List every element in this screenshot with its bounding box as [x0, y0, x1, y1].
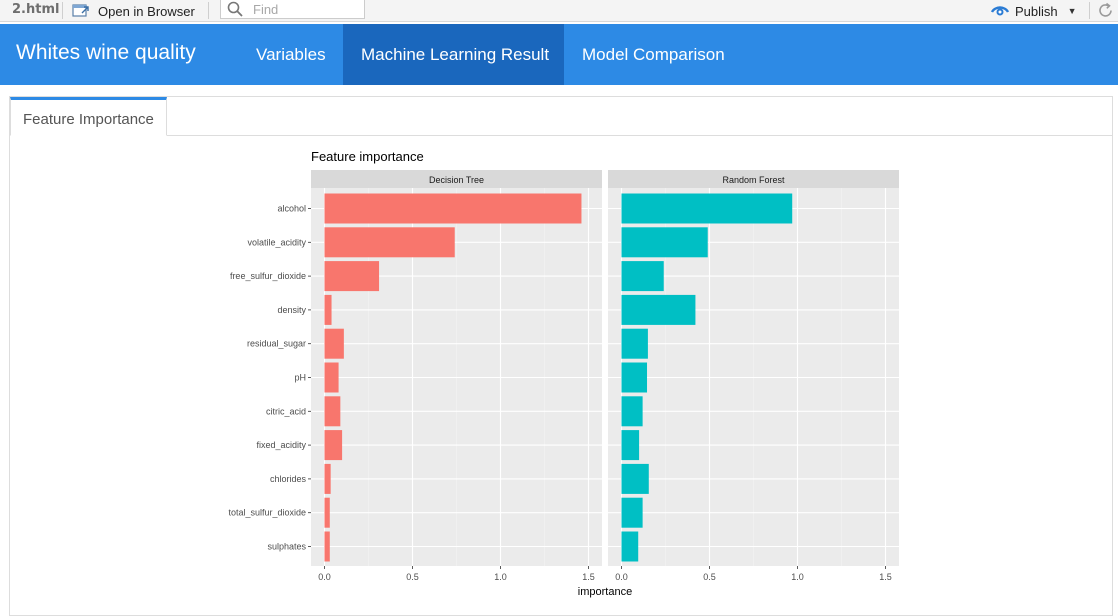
facet-label: Random Forest	[722, 175, 785, 185]
y-tick-label: alcohol	[277, 204, 306, 214]
bar	[324, 362, 339, 393]
y-tick-label: sulphates	[267, 542, 306, 552]
bar	[621, 328, 648, 359]
chart-title: Feature importance	[311, 149, 424, 164]
bar	[621, 396, 643, 427]
bar	[324, 463, 331, 494]
x-tick-label: 0.5	[406, 572, 419, 582]
x-tick-label: 0.0	[615, 572, 628, 582]
bar	[621, 193, 793, 224]
bar	[324, 227, 455, 258]
x-tick-label: 1.5	[582, 572, 595, 582]
y-tick-label: residual_sugar	[247, 339, 306, 349]
bar	[621, 430, 640, 461]
y-tick-label: chlorides	[270, 474, 307, 484]
bar	[621, 463, 649, 494]
feature-importance-chart: Feature importance Decision Tree 0.0 0.5 1.0…	[228, 149, 899, 598]
y-tick-label: pH	[294, 373, 306, 383]
y-tick-label: fixed_acidity	[256, 440, 306, 450]
x-tick-label: 1.5	[879, 572, 892, 582]
x-tick-label: 0.0	[318, 572, 331, 582]
bar	[324, 430, 343, 461]
bar	[324, 261, 380, 292]
y-tick-label: free_sulfur_dioxide	[230, 271, 306, 281]
bar	[621, 227, 708, 258]
x-tick-label: 1.0	[791, 572, 804, 582]
bar	[621, 294, 696, 325]
bar	[621, 261, 664, 292]
y-tick-label: volatile_acidity	[247, 237, 306, 247]
x-tick-label: 0.5	[703, 572, 716, 582]
bar	[621, 497, 643, 528]
x-axis-title: importance	[578, 586, 632, 598]
x-tick-label: 1.0	[494, 572, 507, 582]
bar	[324, 328, 344, 359]
bar	[324, 531, 330, 562]
bar	[324, 396, 341, 427]
y-tick-label: density	[277, 305, 306, 315]
bar	[324, 294, 332, 325]
bar	[324, 193, 582, 224]
y-tick-label: total_sulfur_dioxide	[228, 508, 306, 518]
y-tick-label: citric_acid	[266, 406, 306, 416]
bar	[324, 497, 330, 528]
facet-label: Decision Tree	[429, 175, 484, 185]
bar	[621, 531, 639, 562]
bar	[621, 362, 648, 393]
